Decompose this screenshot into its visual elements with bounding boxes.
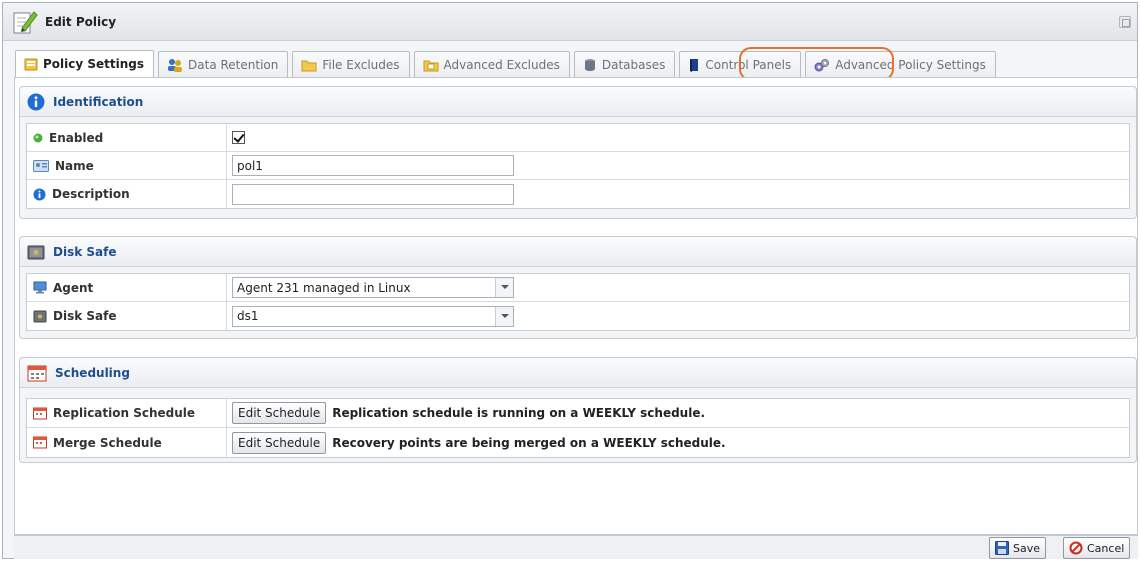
users-icon	[168, 58, 183, 72]
tab-policy-settings[interactable]: Policy Settings	[15, 50, 155, 77]
control-panels-highlight	[739, 47, 894, 81]
merge-schedule-label: Merge Schedule	[27, 428, 227, 457]
description-label: Description	[27, 180, 227, 208]
maximize-button[interactable]	[1119, 16, 1131, 28]
form-row: Description	[27, 180, 1129, 208]
identification-grid: Enabled Name pol1 Description	[26, 123, 1130, 209]
form-row: Agent Agent 231 managed in Linux	[27, 274, 1129, 302]
replication-schedule-text: Replication schedule is running on a WEE…	[332, 406, 706, 420]
section-title: Identification	[53, 94, 144, 109]
scheduling-section: Scheduling Replication Schedule Edit Sch…	[19, 357, 1137, 463]
disk-safe-label: Disk Safe	[27, 302, 227, 330]
label-text: Enabled	[49, 130, 104, 145]
description-input[interactable]	[232, 183, 514, 205]
name-input[interactable]	[232, 155, 514, 176]
save-label: Save	[1013, 541, 1041, 555]
form-row: Disk Safe ds1	[27, 302, 1129, 330]
window-title: Edit Policy	[45, 15, 117, 29]
agent-value: Agent 231 managed in Linux	[227, 274, 1129, 301]
floppy-disk-icon	[995, 541, 1009, 555]
cancel-icon	[1069, 541, 1083, 555]
agent-selected-value: Agent 231 managed in Linux	[237, 280, 411, 295]
scheduling-grid: Replication Schedule Edit Schedule Repli…	[26, 398, 1130, 458]
disk-safe-value: ds1	[227, 302, 1129, 330]
replication-schedule-value: Edit Schedule Replication schedule is ru…	[227, 399, 1129, 427]
label-text: Name	[55, 158, 94, 173]
save-button[interactable]: Save	[989, 537, 1047, 559]
id-card-icon	[33, 159, 49, 172]
title-bar[interactable]: Edit Policy	[3, 3, 1137, 41]
form-row: Name	[27, 152, 1129, 180]
book-icon	[690, 58, 699, 72]
enabled-checkbox[interactable]	[232, 131, 245, 144]
tab-label: Data Retention	[188, 57, 279, 72]
calendar-icon	[33, 407, 47, 419]
label-text: Disk Safe	[53, 309, 117, 323]
edit-replication-schedule-button[interactable]: Edit Schedule	[232, 402, 327, 424]
form-row: Enabled	[27, 124, 1129, 152]
disk-safe-grid: Agent Agent 231 managed in Linux Disk Sa…	[26, 273, 1130, 331]
cancel-button[interactable]: Cancel	[1063, 537, 1131, 559]
tab-label: Policy Settings	[43, 57, 145, 71]
info-icon	[33, 188, 46, 200]
section-header: Identification	[20, 87, 1136, 117]
tab-databases[interactable]: Databases	[573, 51, 676, 77]
section-header: Scheduling	[20, 358, 1136, 388]
label-text: Agent	[53, 280, 94, 295]
form-row: Replication Schedule Edit Schedule Repli…	[27, 399, 1129, 428]
calendar-icon	[27, 365, 47, 381]
disk-safe-section: Disk Safe Agent Agent 231 managed in Lin…	[19, 236, 1137, 339]
chevron-down-icon[interactable]	[495, 278, 513, 297]
description-value	[227, 180, 1129, 208]
replication-schedule-label: Replication Schedule	[27, 399, 227, 427]
form-row: Merge Schedule Edit Schedule Recovery po…	[27, 428, 1129, 457]
edit-merge-schedule-button[interactable]: Edit Schedule	[232, 431, 327, 454]
merge-schedule-text: Recovery points are being merged on a WE…	[332, 435, 726, 450]
info-icon	[27, 93, 45, 110]
database-icon	[584, 58, 595, 71]
disk-safe-icon	[33, 310, 47, 322]
enabled-value	[227, 124, 1129, 151]
section-title: Scheduling	[55, 365, 130, 380]
tab-label: File Excludes	[322, 57, 400, 72]
policy-icon	[24, 58, 38, 71]
tab-data-retention[interactable]: Data Retention	[158, 51, 289, 77]
cancel-label: Cancel	[1087, 541, 1125, 555]
disk-safe-select[interactable]: ds1	[232, 305, 514, 327]
name-label: Name	[27, 152, 227, 179]
disk-safe-icon	[27, 245, 45, 259]
agent-label: Agent	[27, 274, 227, 301]
tab-label: Advanced Excludes	[443, 57, 560, 72]
enabled-label: Enabled	[27, 124, 227, 151]
identification-section: Identification Enabled Name pol1 Descrip…	[19, 86, 1137, 219]
calendar-icon	[33, 436, 47, 449]
folder-icon	[423, 60, 439, 71]
edit-pencil-icon	[13, 11, 38, 34]
tab-advanced-excludes[interactable]: Advanced Excludes	[413, 51, 570, 77]
merge-schedule-value: Edit Schedule Recovery points are being …	[227, 428, 1129, 457]
dialog-footer: Save Cancel	[14, 535, 1138, 559]
section-header: Disk Safe	[20, 237, 1136, 267]
tab-label: Databases	[601, 57, 666, 72]
tab-file-excludes[interactable]: File Excludes	[292, 51, 410, 77]
folder-icon	[301, 60, 317, 71]
agent-select[interactable]: Agent 231 managed in Linux	[232, 277, 514, 298]
chevron-down-icon[interactable]	[495, 306, 513, 326]
name-value	[227, 152, 1129, 179]
green-dot-icon	[33, 133, 43, 142]
disk-safe-selected-value: ds1	[237, 309, 259, 323]
edit-policy-window: Edit Policy Policy Settings Data Retenti…	[2, 2, 1138, 559]
label-text: Description	[52, 187, 130, 201]
label-text: Replication Schedule	[53, 406, 196, 420]
label-text: Merge Schedule	[53, 435, 162, 450]
computer-icon	[33, 281, 47, 294]
policy-settings-panel: Identification Enabled Name pol1 Descrip…	[14, 77, 1138, 535]
section-title: Disk Safe	[53, 244, 117, 259]
